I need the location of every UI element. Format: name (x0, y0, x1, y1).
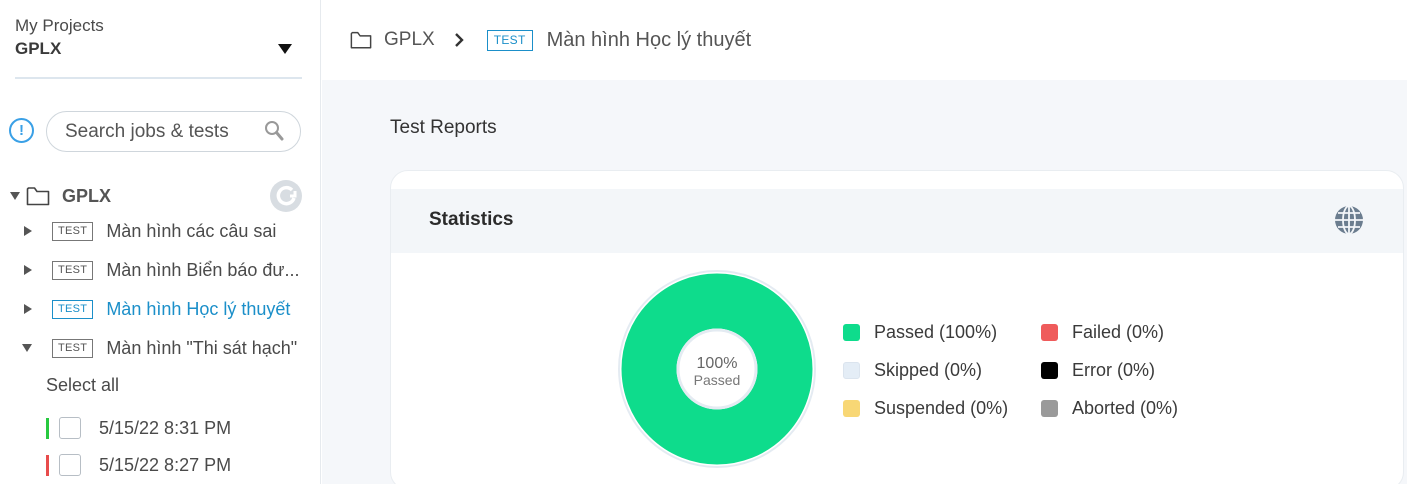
tree-item-label: Màn hình "Thi sát hạch" (106, 337, 298, 358)
chevron-right-icon (454, 33, 464, 47)
legend-label: Skipped (0%) (874, 360, 983, 380)
test-badge: TEST (52, 338, 94, 358)
folder-icon (350, 31, 372, 49)
legend-item-aborted: Aborted (0%) (1041, 398, 1178, 419)
test-badge: TEST (52, 221, 94, 241)
search-icon[interactable] (264, 120, 284, 142)
breadcrumb-project[interactable]: GPLX (384, 29, 435, 51)
project-selector[interactable]: My Projects GPLX (15, 16, 302, 79)
legend-item-error: Error (0%) (1041, 360, 1155, 381)
project-name: GPLX (15, 39, 62, 58)
caret-down-icon[interactable] (278, 44, 292, 54)
legend-label: Aborted (0%) (1072, 398, 1179, 418)
status-indicator (46, 454, 49, 476)
expand-right-icon[interactable] (24, 304, 32, 314)
run-timestamp: 5/15/22 8:27 PM (99, 454, 232, 475)
donut-center-value: 100% (697, 355, 738, 372)
donut-chart: 100% Passed (618, 270, 816, 468)
expand-down-icon[interactable] (10, 192, 20, 200)
refresh-icon[interactable] (270, 180, 302, 212)
tree-item-selected[interactable]: TEST Màn hình Học lý thuyết (0, 293, 320, 325)
run-row[interactable]: 5/15/22 8:31 PM (46, 414, 231, 442)
legend-label: Passed (100%) (874, 322, 998, 342)
select-all-link[interactable]: Select all (46, 375, 119, 396)
legend-swatch (1041, 362, 1058, 379)
legend-swatch (1041, 400, 1058, 417)
test-badge: TEST (52, 299, 94, 319)
legend-swatch (843, 324, 860, 341)
legend-item-skipped: Skipped (0%) (843, 360, 982, 381)
legend-label: Suspended (0%) (874, 398, 1009, 418)
tree-item-label: Màn hình các câu sai (106, 220, 277, 241)
tree-root-label: GPLX (62, 185, 112, 206)
info-icon[interactable]: ! (9, 118, 34, 143)
expand-right-icon[interactable] (24, 265, 32, 275)
run-row[interactable]: 5/15/22 8:27 PM (46, 451, 231, 479)
tree-item[interactable]: TEST Màn hình "Thi sát hạch" (0, 332, 320, 364)
status-indicator (46, 417, 49, 439)
legend-item-suspended: Suspended (0%) (843, 398, 1008, 419)
donut-center-label: Passed (694, 372, 741, 388)
run-checkbox[interactable] (59, 417, 81, 439)
run-checkbox[interactable] (59, 454, 81, 476)
search-box[interactable] (46, 111, 301, 152)
legend-item-failed: Failed (0%) (1041, 322, 1164, 343)
breadcrumb-current: Màn hình Học lý thuyết (546, 28, 752, 51)
tree-item-label: Màn hình Biển báo đư... (106, 259, 300, 280)
tree-item[interactable]: TEST Màn hình các câu sai (0, 215, 320, 247)
project-selector-label: My Projects (15, 16, 104, 35)
run-timestamp: 5/15/22 8:31 PM (99, 417, 232, 438)
globe-icon[interactable] (1333, 204, 1365, 236)
tree-root[interactable]: GPLX (0, 180, 320, 212)
test-badge: TEST (52, 260, 94, 280)
legend-label: Error (0%) (1072, 360, 1156, 380)
legend-item-passed: Passed (100%) (843, 322, 997, 343)
card-header: Statistics (391, 189, 1403, 253)
sidebar: My Projects GPLX ! GPLX TES (0, 0, 321, 484)
breadcrumb: GPLX TEST Màn hình Học lý thuyết (322, 0, 1407, 80)
expand-down-icon[interactable] (22, 344, 32, 352)
legend-swatch (843, 400, 860, 417)
test-badge: TEST (486, 29, 533, 51)
folder-icon (26, 187, 50, 206)
legend-swatch (843, 362, 860, 379)
expand-right-icon[interactable] (24, 226, 32, 236)
search-input[interactable] (65, 121, 255, 143)
legend-label: Failed (0%) (1072, 322, 1165, 342)
tree-item-label: Màn hình Học lý thuyết (106, 298, 291, 319)
legend-swatch (1041, 324, 1058, 341)
statistics-card: Statistics 100% Passed Passed (100%) Ski… (390, 170, 1404, 484)
section-title: Test Reports (390, 117, 497, 138)
tree-item[interactable]: TEST Màn hình Biển báo đư... (0, 254, 320, 286)
card-title: Statistics (429, 209, 514, 230)
